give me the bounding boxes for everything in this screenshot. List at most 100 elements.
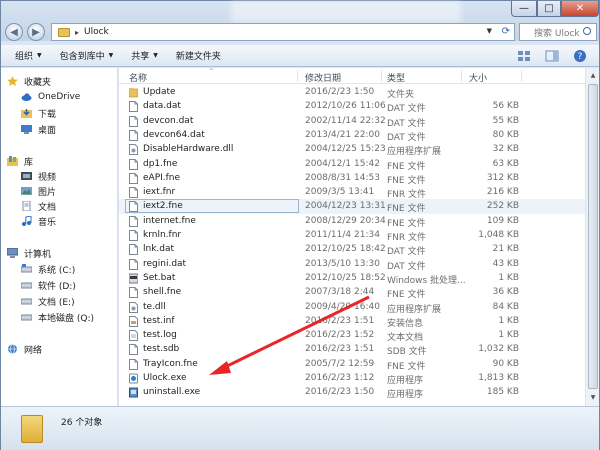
search-icon[interactable] — [583, 27, 591, 35]
address-bar[interactable]: ▸ Ulock ▼ ⟳ — [51, 23, 515, 41]
file-name[interactable]: iext.fnr — [143, 187, 175, 197]
column-header-type[interactable]: 类型 — [387, 71, 405, 84]
back-button[interactable]: ◀ — [5, 23, 23, 41]
breadcrumb-separator[interactable]: ▸ — [75, 28, 79, 37]
file-name[interactable]: Update — [143, 87, 176, 97]
file-row[interactable]: shell.fne 2007/3/18 2:44 FNE 文件 36 KB — [119, 285, 585, 301]
sidebar-item-drive-e[interactable]: 文档 (E:) — [21, 294, 75, 308]
file-row[interactable]: krnln.fnr 2011/11/4 21:34 FNR 文件 1,048 KB — [119, 228, 585, 243]
file-name[interactable]: internet.fne — [143, 216, 196, 226]
file-name[interactable]: devcon64.dat — [143, 130, 205, 140]
minimize-button[interactable]: — — [511, 1, 537, 17]
file-name[interactable]: te.dll — [143, 302, 166, 312]
file-name[interactable]: data.dat — [143, 101, 181, 111]
file-row[interactable]: iext2.fne 2004/12/23 13:31 FNE 文件 252 KB — [119, 199, 585, 214]
file-name[interactable]: TrayIcon.fne — [143, 359, 198, 369]
chevron-down-icon: ▼ — [37, 52, 42, 59]
file-name[interactable]: test.sdb — [143, 344, 179, 354]
new-folder-button[interactable]: 新建文件夹 — [176, 49, 221, 62]
search-input[interactable]: 搜索 Ulock — [519, 23, 597, 41]
drive-icon — [21, 314, 32, 321]
file-name[interactable]: Ulock.exe — [143, 373, 187, 383]
file-row[interactable]: dp1.fne 2004/12/1 15:42 FNE 文件 63 KB — [119, 157, 585, 172]
scroll-up-icon[interactable]: ▲ — [587, 69, 599, 82]
vertical-scrollbar[interactable]: ▲ ▼ — [585, 68, 599, 406]
scroll-down-icon[interactable]: ▼ — [587, 391, 599, 404]
include-in-library-button[interactable]: 包含到库中 ▼ — [60, 49, 114, 62]
file-icon — [129, 244, 138, 256]
file-name[interactable]: DisableHardware.dll — [143, 144, 233, 154]
file-name[interactable]: test.inf — [143, 316, 175, 326]
file-name[interactable]: dp1.fne — [143, 159, 177, 169]
file-row[interactable]: DisableHardware.dll 2004/12/25 15:23 应用程序扩… — [119, 142, 585, 157]
sidebar-item-documents[interactable]: 文档 — [21, 199, 56, 213]
dll-icon — [129, 144, 138, 156]
share-button[interactable]: 共享 ▼ — [131, 49, 158, 62]
file-row[interactable]: Set.bat 2012/10/25 18:52 Windows 批处理... 1 K… — [119, 271, 585, 286]
file-name[interactable]: uninstall.exe — [143, 387, 200, 397]
chevron-down-icon: ▼ — [153, 52, 158, 59]
sidebar-item-drive-q[interactable]: 本地磁盘 (Q:) — [21, 310, 94, 324]
forward-button[interactable]: ▶ — [27, 23, 45, 41]
sidebar-item-favorites[interactable]: 收藏夹 — [7, 74, 51, 88]
sidebar-item-drive-d[interactable]: 软件 (D:) — [21, 278, 76, 292]
refresh-icon[interactable]: ⟳ — [502, 26, 510, 37]
sidebar-item-music[interactable]: 音乐 — [21, 214, 56, 228]
file-type: FNE 文件 — [387, 290, 426, 301]
file-row[interactable]: eAPI.fne 2008/8/31 14:53 FNE 文件 312 KB — [119, 171, 585, 186]
file-date: 2004/12/25 15:23 — [305, 144, 386, 155]
file-name[interactable]: devcon.dat — [143, 116, 193, 126]
help-icon[interactable]: ? — [573, 49, 587, 63]
address-dropdown-icon[interactable]: ▼ — [487, 27, 492, 35]
file-name[interactable]: iext2.fne — [143, 201, 183, 211]
file-row[interactable]: devcon64.dat 2013/4/21 22:00 DAT 文件 80 KB — [119, 128, 585, 143]
file-row[interactable]: iext.fnr 2009/3/5 13:41 FNR 文件 216 KB — [119, 185, 585, 200]
file-name[interactable]: regini.dat — [143, 259, 186, 269]
video-icon — [21, 172, 32, 180]
sidebar-item-computer[interactable]: 计算机 — [7, 246, 51, 260]
file-row[interactable]: Update 2016/2/23 1:50 文件夹 — [119, 85, 585, 100]
file-name[interactable]: krnln.fnr — [143, 230, 181, 240]
file-icon — [129, 201, 138, 213]
sidebar-item-libraries[interactable]: 库 — [7, 154, 33, 168]
file-row[interactable]: data.dat 2012/10/26 11:06 DAT 文件 56 KB — [119, 99, 585, 114]
scroll-thumb[interactable] — [588, 84, 598, 389]
file-row[interactable]: regini.dat 2013/5/10 13:30 DAT 文件 43 KB — [119, 257, 585, 272]
file-name[interactable]: shell.fne — [143, 287, 181, 297]
close-button[interactable]: ✕ — [561, 1, 599, 17]
sidebar-item-drive-c[interactable]: 系统 (C:) — [21, 262, 75, 276]
details-pane: 26 个对象 — [1, 406, 599, 450]
column-header-name[interactable]: 名称 — [129, 71, 147, 84]
column-header-size[interactable]: 大小 — [469, 71, 487, 84]
file-name[interactable]: Set.bat — [143, 273, 175, 283]
file-date: 2016/2/23 1:51 — [305, 315, 375, 326]
file-size: 109 KB — [486, 215, 519, 226]
breadcrumb-ulock[interactable]: Ulock — [84, 27, 109, 37]
file-row[interactable]: internet.fne 2008/12/29 20:34 FNE 文件 109 KB — [119, 214, 585, 229]
file-row[interactable]: test.sdb 2016/2/23 1:51 SDB 文件 1,032 KB — [119, 342, 585, 357]
file-name[interactable]: eAPI.fne — [143, 173, 180, 183]
file-row[interactable]: test.inf 2016/2/23 1:51 安装信息 1 KB — [119, 314, 585, 329]
maximize-button[interactable]: □ — [537, 1, 561, 17]
view-options-icon[interactable] — [517, 49, 531, 63]
sidebar-item-pictures[interactable]: 图片 — [21, 184, 56, 198]
file-name[interactable]: test.log — [143, 330, 177, 340]
sidebar-item-videos[interactable]: 视频 — [21, 169, 56, 183]
preview-pane-icon[interactable] — [545, 49, 559, 63]
organize-button[interactable]: 组织 ▼ — [15, 49, 42, 62]
file-row[interactable]: Ulock.exe 2016/2/23 1:12 应用程序 1,813 KB — [119, 371, 585, 386]
file-row[interactable]: uninstall.exe 2016/2/23 1:50 应用程序 185 KB — [119, 385, 585, 400]
sidebar-item-network[interactable]: 网络 — [7, 342, 42, 356]
file-row[interactable]: TrayIcon.fne 2005/7/2 12:59 FNE 文件 90 KB — [119, 357, 585, 372]
file-name[interactable]: lnk.dat — [143, 244, 174, 254]
sidebar-item-onedrive[interactable]: OneDrive — [21, 90, 80, 104]
file-row[interactable]: lnk.dat 2012/10/25 18:42 DAT 文件 21 KB — [119, 242, 585, 257]
svg-text:?: ? — [578, 52, 583, 62]
sidebar-item-downloads[interactable]: 下载 — [21, 106, 56, 120]
file-row[interactable]: devcon.dat 2002/11/14 22:32 DAT 文件 55 KB — [119, 114, 585, 129]
file-row[interactable]: test.log 2016/2/23 1:52 文本文档 1 KB — [119, 328, 585, 343]
sidebar-item-desktop[interactable]: 桌面 — [21, 122, 56, 136]
sidebar-label: 网络 — [24, 345, 43, 356]
file-row[interactable]: te.dll 2009/4/20 16:40 应用程序扩展 84 KB — [119, 300, 585, 315]
column-header-date[interactable]: 修改日期 — [305, 71, 341, 84]
